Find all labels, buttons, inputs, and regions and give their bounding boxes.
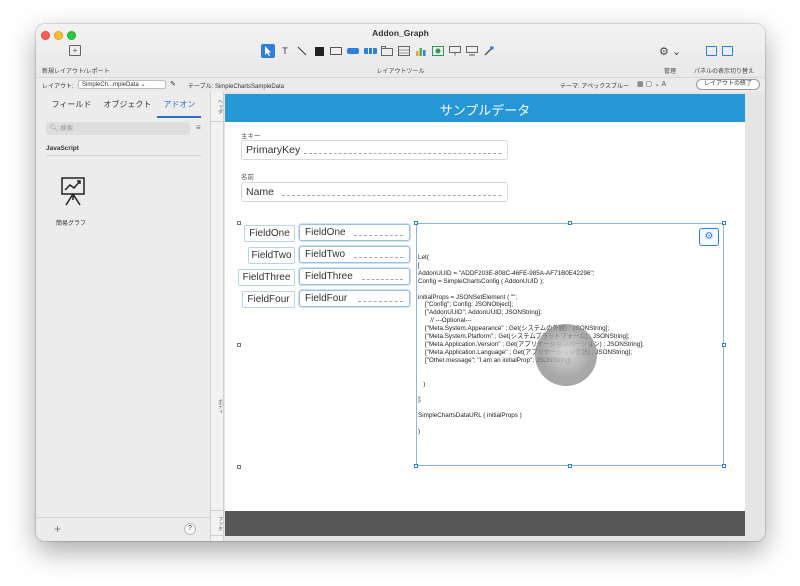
body-part: 主キー PrimaryKey 名前 Name FieldOne FieldOne… <box>225 122 745 511</box>
loading-spinner-icon <box>535 324 597 386</box>
selection-handle[interactable] <box>414 221 418 225</box>
name-field-text: Name <box>246 186 275 198</box>
layout-select[interactable]: SimpleCh...mpleData ⌄ <box>78 80 166 89</box>
selection-handle[interactable] <box>237 343 241 347</box>
header-title[interactable]: サンプルデータ <box>225 100 745 119</box>
selection-handle[interactable] <box>568 221 572 225</box>
ruler-footer[interactable]: フッタ <box>211 511 224 536</box>
field-underline <box>354 235 403 236</box>
gear-icon[interactable]: ⚙ <box>699 228 719 246</box>
field-one-text: FieldOne <box>305 227 346 238</box>
selection-handle[interactable] <box>237 465 241 469</box>
field-one[interactable]: FieldOne <box>299 224 410 241</box>
layout-tools-label: レイアウトツール <box>376 69 425 75</box>
name-field[interactable]: Name <box>241 182 508 202</box>
selection-handle[interactable] <box>568 464 572 468</box>
field-four-text: FieldFour <box>305 293 348 304</box>
tab-objects[interactable]: オブジェクト <box>97 92 157 118</box>
selection-handle[interactable] <box>722 221 726 225</box>
footer-part <box>225 511 745 536</box>
manage-label: 管理 <box>664 69 677 75</box>
layout-canvas: ヘッダ ボディ フッタ サンプルデータ 主キー PrimaryKey 名前 Na… <box>211 92 765 541</box>
panels-label: パネルの表示切り替え <box>694 69 755 75</box>
web-viewer-addon[interactable]: ⚙ Let( [ AddonUUID = "ADDF203E-808C-46FE… <box>416 223 724 466</box>
chart-tool-icon[interactable] <box>414 44 428 58</box>
add-icon[interactable]: + <box>54 522 61 536</box>
search-input[interactable]: 🔍︎ 検索 <box>46 122 190 135</box>
field-four[interactable]: FieldFour <box>299 290 410 307</box>
field-underline <box>282 195 501 196</box>
addon-label: 簡易グラフ <box>56 221 87 227</box>
text-tool-icon[interactable]: T <box>278 44 292 58</box>
tab-addons[interactable]: アドオン <box>157 92 202 118</box>
popover-tool-icon[interactable] <box>448 44 462 58</box>
app-window: Addon_Graph + 新規レイアウト/レポート T レイアウトツール ⚙ … <box>36 24 765 541</box>
primary-key-field-text: PrimaryKey <box>246 144 301 156</box>
section-title: JavaScript <box>46 145 79 152</box>
sidebar-footer: + ? <box>36 517 211 541</box>
field-three-text: FieldThree <box>305 271 353 282</box>
layout-tools: T <box>261 44 496 58</box>
titlebar: Addon_Graph + 新規レイアウト/レポート T レイアウトツール ⚙ … <box>36 24 765 92</box>
layout-bar: レイアウト: SimpleCh...mpleData ⌄ ✎ テーブル: Sim… <box>36 77 765 92</box>
help-button[interactable]: ? <box>184 523 196 535</box>
field-two-text: FieldTwo <box>305 249 346 260</box>
sidebar-tabs: フィールド オブジェクト アドオン <box>36 92 211 118</box>
name-label[interactable]: 名前 <box>241 171 254 181</box>
field-three[interactable]: FieldThree <box>299 268 410 285</box>
gear-icon[interactable]: ⚙ ⌄ <box>659 45 681 58</box>
web-viewer-formula: Let( [ AddonUUID = "ADDF203E-808C-46FE-9… <box>418 254 644 435</box>
tab-fields[interactable]: フィールド <box>46 92 98 118</box>
portal-tool-icon[interactable] <box>397 44 411 58</box>
field-underline <box>304 153 501 154</box>
header-part: サンプルデータ <box>225 94 745 122</box>
label-field-three[interactable]: FieldThree <box>238 269 295 286</box>
left-panel-toggle-icon[interactable] <box>706 46 717 56</box>
list-menu-icon[interactable]: ≡ <box>196 123 201 132</box>
theme-tools-icon[interactable]: ▦ ▢ ⌄ A <box>637 80 666 88</box>
theme-info: テーマ: アペックスブルー <box>560 84 630 90</box>
primary-key-field[interactable]: PrimaryKey <box>241 140 508 160</box>
web-viewer-tool-icon[interactable] <box>431 44 445 58</box>
field-underline <box>362 279 403 280</box>
chart-presentation-icon[interactable] <box>60 176 86 206</box>
format-painter-icon[interactable] <box>482 44 496 58</box>
part-ruler: ヘッダ ボディ フッタ <box>211 92 224 541</box>
window-title: Addon_Graph <box>372 28 429 38</box>
tab-control-tool-icon[interactable] <box>380 44 394 58</box>
selection-handle[interactable] <box>237 221 241 225</box>
field-underline <box>358 301 403 302</box>
pointer-tool-icon[interactable] <box>261 44 275 58</box>
shape-tool-icon[interactable] <box>312 44 326 58</box>
field-two[interactable]: FieldTwo <box>299 246 410 263</box>
table-info: テーブル: SimpleChartsSampleData <box>188 84 285 90</box>
layout-select-value: SimpleCh...mpleData <box>82 82 139 88</box>
field-underline <box>354 257 403 258</box>
exit-layout-button[interactable]: レイアウトの終了 <box>696 79 760 90</box>
ruler-header[interactable]: ヘッダ <box>211 92 224 122</box>
primary-key-label[interactable]: 主キー <box>241 130 261 140</box>
divider <box>46 155 201 156</box>
pencil-icon[interactable]: ✎ <box>170 80 176 88</box>
left-sidebar: フィールド オブジェクト アドオン 🔍︎ 検索 ≡ JavaScript 簡易グ… <box>36 92 211 541</box>
label-field-four[interactable]: FieldFour <box>242 291 295 308</box>
layout-label: レイアウト: <box>42 84 74 90</box>
ruler-body[interactable]: ボディ <box>211 122 224 511</box>
selection-handle[interactable] <box>722 343 726 347</box>
search-icon: 🔍︎ <box>50 125 59 132</box>
slide-control-tool-icon[interactable] <box>465 44 479 58</box>
selection-handle[interactable] <box>414 464 418 468</box>
label-field-one[interactable]: FieldOne <box>244 225 295 242</box>
field-tool-icon[interactable] <box>329 44 343 58</box>
label-field-two[interactable]: FieldTwo <box>248 247 295 264</box>
button-bar-tool-icon[interactable] <box>363 44 377 58</box>
selection-handle[interactable] <box>722 464 726 468</box>
button-tool-icon[interactable] <box>346 44 360 58</box>
line-tool-icon[interactable] <box>295 44 309 58</box>
search-placeholder: 検索 <box>60 125 74 132</box>
right-panel-toggle-icon[interactable] <box>722 46 733 56</box>
new-layout-icon[interactable]: + <box>69 45 81 56</box>
panel-toggle-group <box>706 46 733 56</box>
